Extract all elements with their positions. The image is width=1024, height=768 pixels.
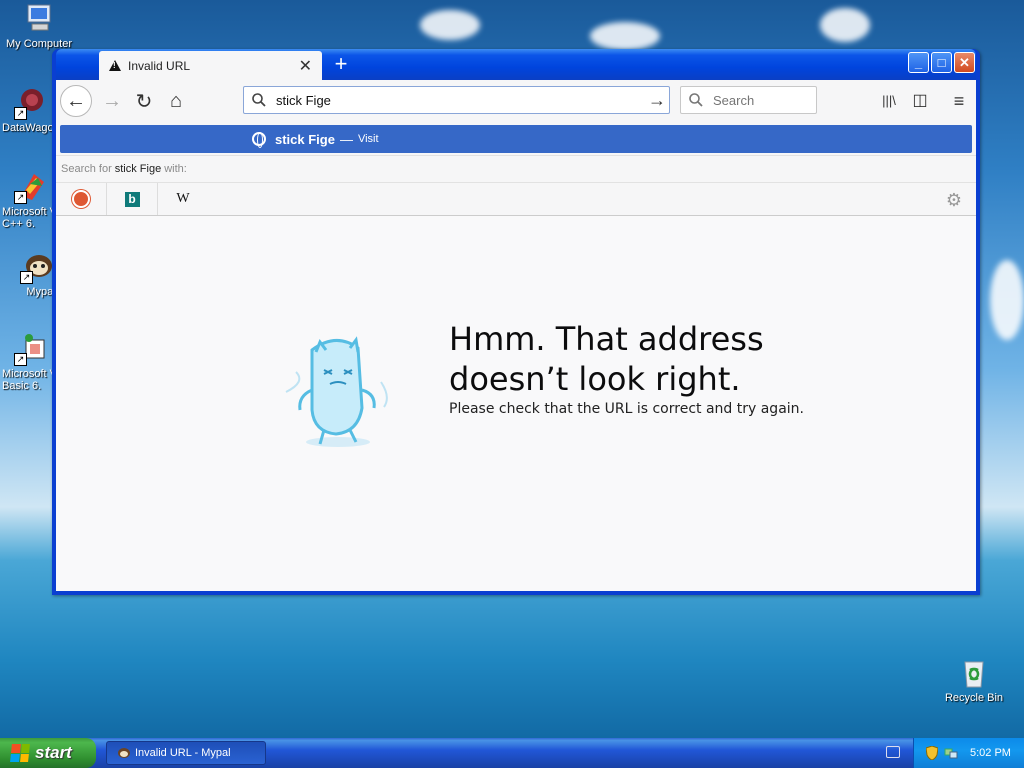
search-for-row: Search for stick Fige with: (56, 155, 976, 182)
engine-duckduckgo-button[interactable] (56, 183, 107, 215)
back-button[interactable]: ← (60, 85, 92, 117)
suggestion-query: stick Fige (275, 131, 335, 147)
taskbar-item-mypal[interactable]: Invalid URL - Mypal (106, 741, 266, 765)
search-for-prefix: Search for (61, 163, 112, 175)
error-heading-line2: doesn’t look right. (449, 360, 741, 398)
new-tab-button[interactable]: + (328, 51, 354, 77)
error-heading-line1: Hmm. That address (449, 320, 764, 358)
suggestion-dash: — (339, 131, 353, 147)
visual-basic-icon: ↗ (14, 332, 48, 366)
error-heading: Hmm. That address doesn’t look right. (449, 319, 829, 399)
visit-suggestion-row[interactable]: stick Fige — Visit (60, 125, 972, 153)
wikipedia-icon: W (176, 191, 190, 206)
tab-invalid-url[interactable]: Invalid URL ✕ (99, 51, 322, 80)
shortcut-arrow-icon: ↗ (14, 107, 27, 120)
shortcut-arrow-icon: ↗ (14, 191, 27, 204)
taskbar: start Invalid URL - Mypal 5:02 PM (0, 738, 1024, 768)
duckduckgo-icon (72, 190, 90, 208)
minimize-button[interactable]: _ (908, 52, 929, 73)
network-icon[interactable] (944, 746, 958, 760)
search-for-query: stick Fige (114, 163, 162, 175)
datawagon-icon: ↗ (14, 86, 48, 120)
desktop-icon-my-computer[interactable]: My Computer (0, 2, 78, 50)
visual-cplusplus-icon: ↗ (14, 170, 48, 204)
home-button[interactable]: ⌂ (160, 85, 192, 117)
clock[interactable]: 5:02 PM (970, 747, 1011, 759)
start-button[interactable]: start (0, 738, 96, 768)
computer-icon (22, 2, 56, 36)
menu-icon[interactable]: ≡ (949, 92, 969, 110)
error-message: Please check that the URL is correct and… (449, 401, 804, 417)
shortcut-arrow-icon: ↗ (14, 353, 27, 366)
tab-title: Invalid URL (128, 58, 191, 73)
recycle-bin-icon (957, 656, 991, 690)
title-bar[interactable]: Invalid URL ✕ + _ □ ✕ (56, 49, 976, 80)
url-suggestion-popup: stick Fige — Visit Search for stick Fige… (56, 122, 976, 216)
visit-label: Visit (357, 133, 379, 145)
reload-button[interactable]: ↻ (128, 85, 160, 117)
close-window-button[interactable]: ✕ (954, 52, 975, 73)
maximize-button[interactable]: □ (931, 52, 952, 73)
search-box[interactable] (680, 86, 817, 114)
search-icon (252, 93, 266, 107)
url-input[interactable] (274, 91, 645, 109)
keyboard-icon[interactable] (886, 746, 900, 758)
library-icon[interactable]: |||\ (879, 92, 899, 110)
start-label: start (35, 743, 72, 762)
tab-close-button[interactable]: ✕ (299, 56, 312, 76)
warning-icon (109, 60, 121, 71)
search-input[interactable] (711, 91, 815, 109)
error-mascot-illustration (266, 312, 406, 457)
mypal-icon (117, 746, 131, 760)
globe-icon (252, 132, 266, 148)
system-tray: 5:02 PM (913, 738, 1024, 768)
search-for-suffix: with: (164, 163, 187, 175)
browser-window: Invalid URL ✕ + _ □ ✕ ← → ↻ ⌂ → |||\ ◫ ≡ (52, 49, 980, 595)
forward-button[interactable]: → (96, 85, 128, 117)
search-icon (689, 93, 703, 107)
engine-bing-button[interactable]: b (107, 183, 158, 215)
desktop-icon-recycle-bin[interactable]: Recycle Bin (935, 656, 1013, 704)
engine-wikipedia-button[interactable]: W (158, 183, 208, 215)
search-engine-row: b W ⚙ (56, 182, 976, 215)
url-bar[interactable]: → (243, 86, 670, 114)
gear-icon[interactable]: ⚙ (946, 190, 962, 211)
go-arrow-button[interactable]: → (645, 90, 669, 111)
windows-flag-icon (10, 744, 30, 762)
mypal-icon: ↗ (20, 250, 54, 284)
taskbar-item-label: Invalid URL - Mypal (135, 747, 231, 759)
shortcut-arrow-icon: ↗ (20, 271, 33, 284)
security-shield-icon[interactable] (925, 745, 939, 761)
sidebar-icon[interactable]: ◫ (910, 92, 930, 110)
bing-icon: b (124, 191, 140, 207)
desktop-icon-label: Recycle Bin (944, 692, 1004, 704)
navigation-toolbar: ← → ↻ ⌂ → |||\ ◫ ≡ (56, 80, 976, 122)
